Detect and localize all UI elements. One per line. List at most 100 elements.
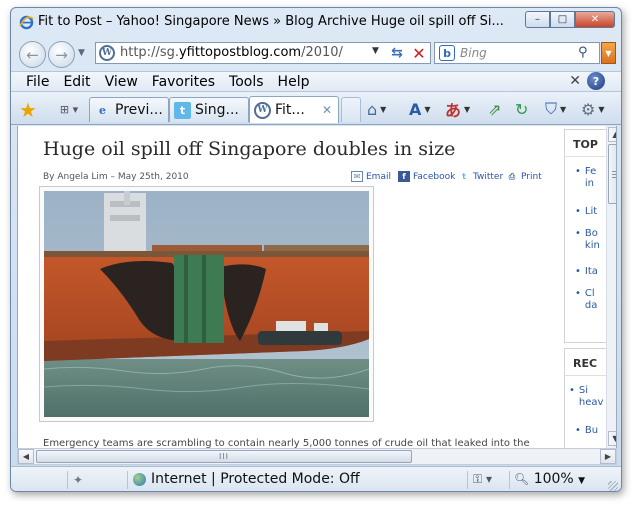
sidebar-item-text: Bu [584,425,599,436]
help-icon[interactable]: ? [587,72,605,90]
url-field[interactable]: http://sg.yfittopostblog.com/2010/ [120,45,368,60]
scroll-up-button[interactable]: ▲ [608,127,616,142]
bullet-icon: • [569,385,575,396]
menu-tools[interactable]: Tools [222,73,271,91]
address-bar[interactable]: W http://sg.yfittopostblog.com/2010/ ▼ ⇆… [95,42,431,64]
home-dropdown-icon: ▼ [380,104,387,114]
search-input[interactable]: Bing [460,46,487,60]
menu-file[interactable]: File [19,73,56,91]
refresh-icon[interactable]: ⇆ [386,44,408,62]
wordpress-icon: W [254,101,271,119]
email-icon: ✉ [351,171,363,182]
maximize-button[interactable]: □ [550,11,575,28]
refresh-green-icon: ↻ [515,99,529,119]
sidebar-top-item[interactable]: • Fe in [575,166,596,190]
close-tab-icon[interactable]: ✕ [322,103,332,117]
status-bar: ✦ Internet | Protected Mode: Off ⚿ ▾ 🔍︎ … [11,466,621,491]
search-magnifier-icon[interactable]: ⚲ [578,45,588,60]
bullet-icon: • [575,425,581,436]
share-twitter-link[interactable]: t Twitter [458,171,503,182]
search-box[interactable]: b Bing ⚲ [434,42,600,64]
research-button[interactable]: ↻ [515,97,528,121]
vertical-scrollbar[interactable]: ▲ ▼ [606,126,616,448]
sidebar-top-item[interactable]: • Cl da [575,288,597,312]
resize-grip-icon[interactable] [608,481,618,491]
oil-tanker-photo[interactable] [44,191,369,417]
bullet-icon: • [575,288,581,299]
search-options-dropdown-icon[interactable]: ▼ [601,42,616,64]
menu-favorites[interactable]: Favorites [145,73,222,91]
tools-button[interactable]: ⚙ ▼ [581,97,605,121]
protected-mode-icon[interactable]: ⚿ ▾ [473,472,492,487]
share-print-link[interactable]: ⎙ Print [506,171,542,182]
status-separator [67,471,68,489]
scroll-right-button[interactable]: ▶ [600,449,616,464]
address-dropdown-icon[interactable]: ▼ [372,46,379,56]
tab-label: Previ... [115,102,163,118]
home-button[interactable]: ⌂ ▼ [367,97,386,121]
tab-singapore[interactable]: t Sing... [169,97,249,122]
sidebar-recent-item[interactable]: • Bu [575,425,598,437]
shield-icon: ⛉ [545,99,558,118]
tab-label: Sing... [195,102,239,118]
horizontal-scroll-thumb[interactable]: III [36,450,412,463]
history-dropdown-icon[interactable]: ▼ [78,48,85,58]
minimize-button[interactable]: – [525,11,550,28]
article-headline[interactable]: Huge oil spill off Singapore doubles in … [43,138,455,160]
sidebar-item-text: Fe in [584,166,597,189]
safety-button[interactable]: ⛉ ▼ [545,97,566,121]
sidebar-divider [565,375,611,376]
sidebar-recent-heading: REC [573,357,598,370]
url-domain: yfittopostblog.com [178,45,302,60]
ie-logo-icon [19,15,34,30]
zoom-dropdown-icon: ▼ [578,476,586,486]
menu-edit[interactable]: Edit [56,73,97,91]
forward-button[interactable]: → [48,41,75,68]
sidebar-top-item[interactable]: • Bo kin [575,228,600,252]
menu-view[interactable]: View [98,73,145,91]
scroll-down-button[interactable]: ▼ [608,431,616,446]
text-size-button[interactable]: A ▼ [409,97,431,121]
tools-dropdown-icon: ▼ [598,104,605,114]
favorites-star-icon[interactable]: ★ [19,98,37,122]
share-label: Email [366,171,391,182]
title-bar[interactable]: Fit to Post – Yahoo! Singapore News » Bl… [11,8,621,36]
feeds-button[interactable]: ⇗ [488,97,501,121]
scroll-grip [612,177,616,178]
scroll-left-button[interactable]: ◀ [18,449,34,464]
close-window-button[interactable]: ✕ [575,11,615,28]
close-menu-icon[interactable]: ✕ [569,73,581,89]
security-zone-text[interactable]: Internet | Protected Mode: Off [151,471,360,487]
gear-icon: ⚙ [581,99,596,119]
sidebar-recent-panel: REC • Si heav • Bu [564,348,612,448]
bullet-icon: • [575,206,581,217]
article-photo-frame [39,186,374,422]
safety-dropdown-icon: ▼ [560,104,567,114]
status-separator [127,471,128,489]
share-email-link[interactable]: ✉ Email [351,171,391,182]
ie-icon: e [99,103,106,117]
back-button[interactable]: ← [19,41,46,68]
vertical-scroll-thumb[interactable] [608,144,616,204]
zoom-level[interactable]: 🔍︎ 100% ▼ [514,471,585,487]
menu-help[interactable]: Help [271,73,317,91]
page-viewport: Huge oil spill off Singapore doubles in … [17,126,617,448]
stop-icon[interactable]: ✕ [409,44,429,63]
quick-tabs-icon[interactable]: ⊞ ▾ [51,99,87,119]
article-byline: By Angela Lim – May 25th, 2010 [43,172,189,182]
sidebar-item-text: Bo kin [584,228,600,251]
sidebar-item-text: Si heav [578,385,604,408]
new-tab-button[interactable] [341,97,361,122]
popup-blocker-icon[interactable]: ✦ [73,473,83,487]
horizontal-scrollbar[interactable]: ◀ III ▶ [17,448,617,465]
text-size-dropdown-icon: ▼ [424,104,431,114]
feed-icon: ⇗ [488,99,502,119]
sidebar-top-item[interactable]: • Ita [575,266,598,278]
tab-previous[interactable]: e Previ... [89,97,169,122]
encoding-button[interactable]: あ ▼ [445,97,470,121]
sidebar-recent-item[interactable]: • Si heav [569,385,603,409]
back-arrow-icon: ← [26,45,39,64]
share-facebook-link[interactable]: f Facebook [398,171,455,182]
sidebar-top-item[interactable]: • Lit [575,206,597,218]
tab-fit-to-post[interactable]: W Fit... ✕ [249,96,339,123]
